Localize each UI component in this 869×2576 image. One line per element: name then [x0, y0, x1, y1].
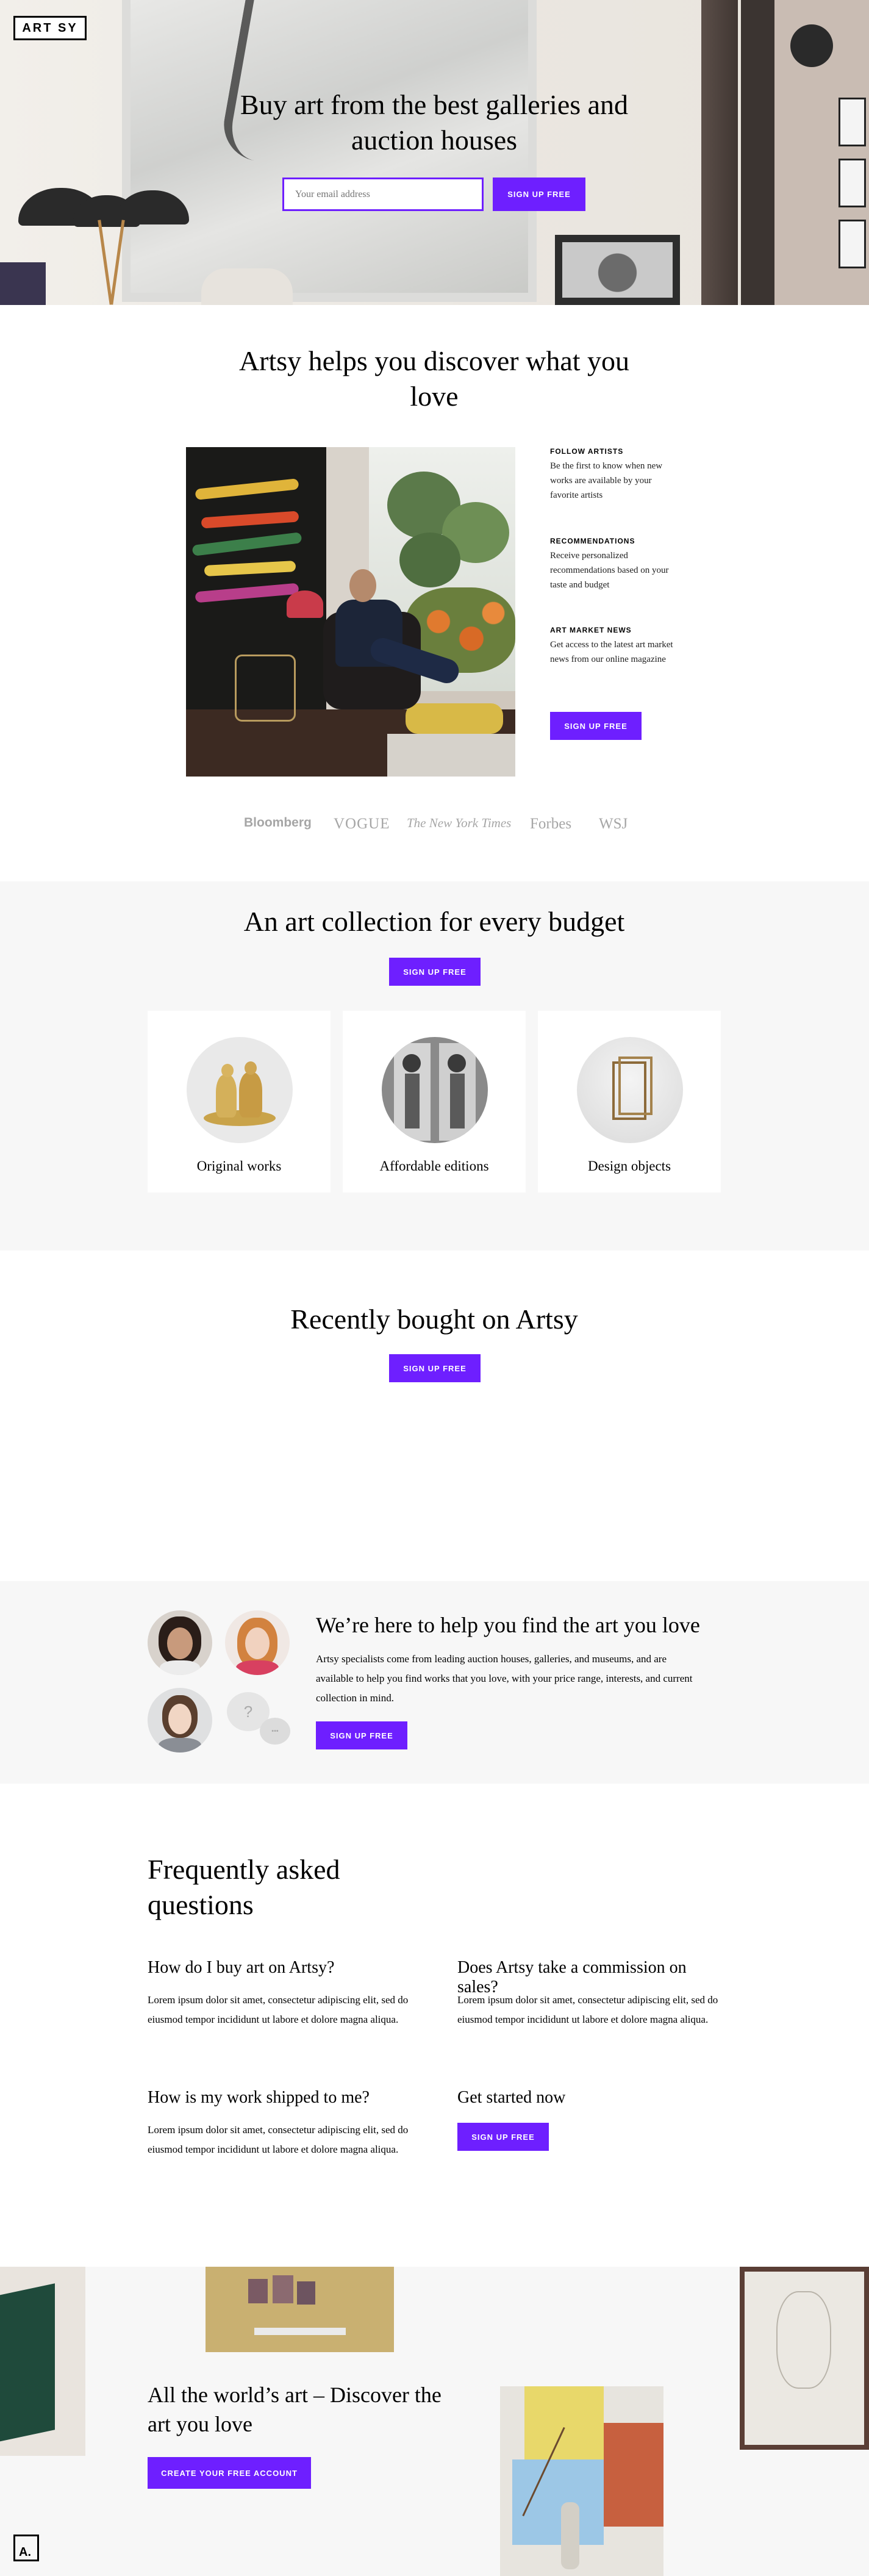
- faq-answer: Lorem ipsum dolor sit amet, consectetur …: [148, 1994, 409, 2025]
- feature-text: Be the first to know when new works are …: [550, 461, 663, 500]
- press-logo-bloomberg: Bloomberg: [244, 816, 312, 830]
- footer-artwork-top: [206, 2267, 394, 2352]
- feature-heading: FOLLOW ARTISTS: [550, 447, 624, 456]
- specialist-avatar: [148, 1688, 212, 1753]
- hero-signup-button[interactable]: SIGN UP FREE: [493, 178, 585, 211]
- specialists-text: Artsy specialists come from leading auct…: [316, 1653, 693, 1704]
- category-card-editions[interactable]: Affordable editions: [343, 1011, 526, 1193]
- category-label: Original works: [196, 1158, 282, 1174]
- category-label: Design objects: [587, 1158, 671, 1174]
- design-object-image: [577, 1037, 683, 1143]
- press-logo-nyt: The New York Times: [407, 816, 512, 830]
- faq-answer: Lorem ipsum dolor sit amet, consectetur …: [148, 2124, 409, 2155]
- edition-print-image: [382, 1037, 488, 1143]
- faq-title: Frequently asked questions: [148, 1854, 340, 1920]
- hero-column: [741, 0, 774, 305]
- hero-book-stack: [0, 262, 46, 305]
- faq-answer: Lorem ipsum dolor sit amet, consectetur …: [457, 1994, 718, 2025]
- faq-question: How do I buy art on Artsy?: [148, 1958, 335, 1977]
- hero-portrait: [555, 235, 680, 305]
- feature-heading: ART MARKET NEWS: [550, 626, 632, 634]
- hero-frame: [839, 220, 866, 268]
- hero-chair: [201, 268, 293, 305]
- hero-curtain: [701, 0, 738, 305]
- recent-title: Recently bought on Artsy: [290, 1304, 578, 1335]
- discover-title: Artsy helps you discover what you love: [238, 345, 630, 412]
- budget-title: An art collection for every budget: [243, 906, 625, 937]
- specialists-title: We’re here to help you find the art you …: [316, 1613, 700, 1637]
- press-logo-vogue: VOGUE: [334, 816, 390, 832]
- category-card-original[interactable]: Original works: [148, 1011, 331, 1193]
- footer-artwork-right: [740, 2267, 869, 2450]
- footer-artwork-left: [0, 2267, 85, 2456]
- hero-speaker: [790, 24, 833, 67]
- faq-question: How is my work shipped to me?: [148, 2088, 370, 2107]
- footer-title: All the world’s art – Discover the art y…: [148, 2383, 442, 2436]
- footer-artwork-vase: [500, 2386, 663, 2576]
- hero-frame: [839, 159, 866, 207]
- discover-signup-button[interactable]: SIGN UP FREE: [550, 712, 642, 740]
- hero-frame: [839, 98, 866, 146]
- press-logo-forbes: Forbes: [530, 816, 572, 832]
- category-card-design[interactable]: Design objects: [538, 1011, 721, 1193]
- artsy-logo[interactable]: ART SY: [13, 16, 87, 40]
- artsy-corner-logo[interactable]: A.: [13, 2535, 39, 2561]
- specialist-avatar: [148, 1610, 212, 1675]
- collector-photo: [186, 447, 515, 777]
- budget-signup-button[interactable]: SIGN UP FREE: [389, 958, 481, 986]
- recent-signup-button[interactable]: SIGN UP FREE: [389, 1354, 481, 1382]
- press-logo-wsj: WSJ: [599, 816, 628, 832]
- create-account-button[interactable]: CREATE YOUR FREE ACCOUNT: [148, 2457, 311, 2489]
- faq-signup-button[interactable]: SIGN UP FREE: [457, 2123, 549, 2151]
- get-started-heading: Get started now: [457, 2088, 566, 2107]
- email-input[interactable]: [282, 178, 484, 211]
- specialists-signup-button[interactable]: SIGN UP FREE: [316, 1721, 407, 1749]
- feature-text: Get access to the latest art market news…: [550, 640, 673, 664]
- sculpture-image: [187, 1037, 293, 1143]
- hero-title: Buy art from the best galleries and auct…: [240, 89, 629, 156]
- specialist-avatar: [225, 1610, 290, 1675]
- category-label: Affordable editions: [379, 1158, 489, 1174]
- feature-text: Receive personalized recommendations bas…: [550, 551, 669, 590]
- feature-heading: RECOMMENDATIONS: [550, 537, 635, 545]
- typing-bubble-icon: •••: [260, 1718, 290, 1745]
